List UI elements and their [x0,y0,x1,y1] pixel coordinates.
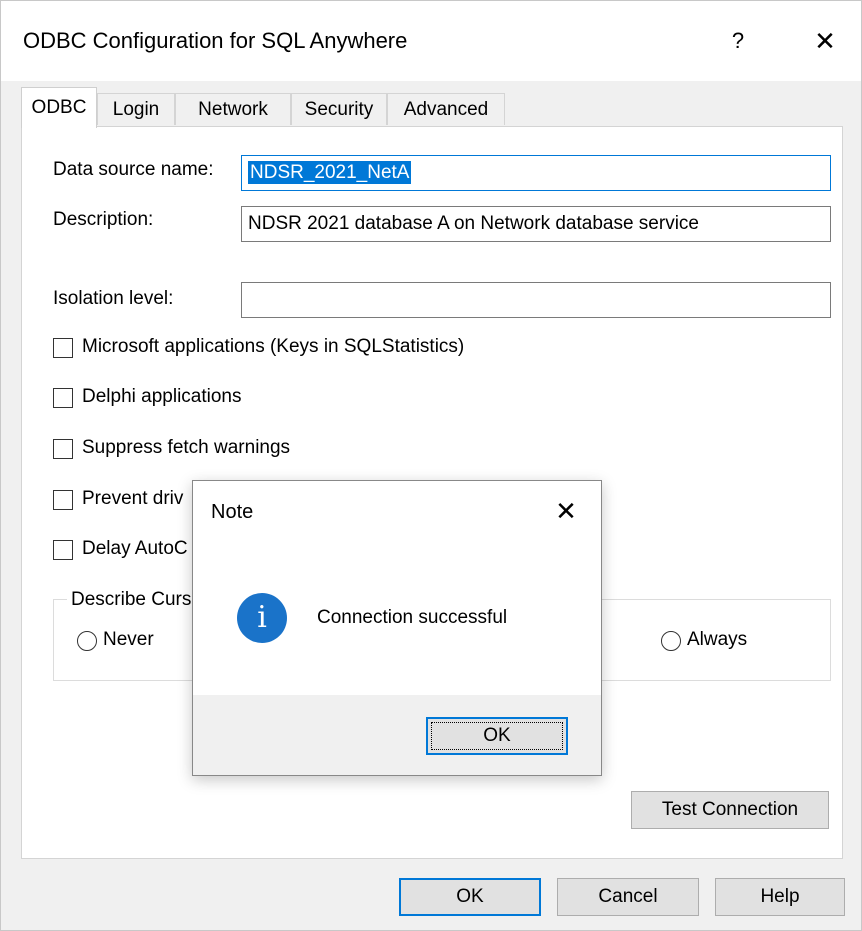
test-connection-button[interactable]: Test Connection [631,791,829,829]
description-input[interactable]: NDSR 2021 database A on Network database… [241,206,831,242]
radio-circle[interactable] [661,631,681,651]
checkbox-label: Delay AutoC [82,538,188,559]
data-source-name-label: Data source name: [53,159,214,180]
isolation-level-input[interactable] [241,282,831,318]
radio-circle[interactable] [77,631,97,651]
help-icon[interactable]: ? [723,23,753,59]
description-label: Description: [53,209,154,230]
describe-cursor-group-label: Describe Curs [67,589,196,611]
checkbox-box[interactable] [53,388,73,408]
help-button[interactable]: Help [715,878,845,916]
cancel-button[interactable]: Cancel [557,878,699,916]
tab-advanced[interactable]: Advanced [387,93,505,125]
info-icon: i [237,593,287,643]
tab-security[interactable]: Security [291,93,387,125]
checkbox-label: Prevent driv [82,488,184,509]
checkbox-box[interactable] [53,490,73,510]
describe-cursor-always-radio[interactable]: Always [661,629,771,657]
checkbox-box[interactable] [53,540,73,560]
checkbox-box[interactable] [53,338,73,358]
microsoft-applications-checkbox[interactable]: Microsoft applications (Keys in SQLStati… [53,336,513,364]
data-source-name-input[interactable]: NDSR_2021_NetA [241,155,831,191]
close-icon[interactable]: ✕ [807,23,843,59]
checkbox-box[interactable] [53,439,73,459]
note-dialog-title: Note [211,501,254,523]
tab-odbc[interactable]: ODBC [21,87,97,128]
description-value: NDSR 2021 database A on Network database… [248,213,699,234]
note-ok-button[interactable]: OK [426,717,568,755]
tab-network[interactable]: Network [175,93,291,125]
data-source-name-value: NDSR_2021_NetA [248,161,412,184]
isolation-level-label: Isolation level: [53,288,174,309]
note-dialog-message: Connection successful [317,607,508,628]
title-bar: ODBC Configuration for SQL Anywhere ? ✕ [1,1,861,81]
close-icon[interactable]: ✕ [548,493,584,529]
focus-rectangle [431,722,563,750]
suppress-fetch-warnings-checkbox[interactable]: Suppress fetch warnings [53,437,323,465]
describe-cursor-never-radio[interactable]: Never [77,629,177,657]
checkbox-label: Suppress fetch warnings [82,437,291,458]
ok-button[interactable]: OK [399,878,541,916]
checkbox-label: Delphi applications [82,386,242,407]
radio-label: Never [103,629,154,650]
tab-login[interactable]: Login [97,93,175,125]
delphi-applications-checkbox[interactable]: Delphi applications [53,386,283,414]
radio-label: Always [687,629,748,650]
note-dialog: Note ✕ i Connection successful OK [192,480,602,776]
note-dialog-footer: OK [193,695,601,775]
window-title: ODBC Configuration for SQL Anywhere [23,28,408,53]
delay-autocommit-checkbox[interactable]: Delay AutoC [53,538,193,566]
prevent-driver-checkbox[interactable]: Prevent driv [53,488,193,516]
odbc-config-window: ODBC Configuration for SQL Anywhere ? ✕ … [0,0,862,931]
checkbox-label: Microsoft applications (Keys in SQLStati… [82,336,465,357]
